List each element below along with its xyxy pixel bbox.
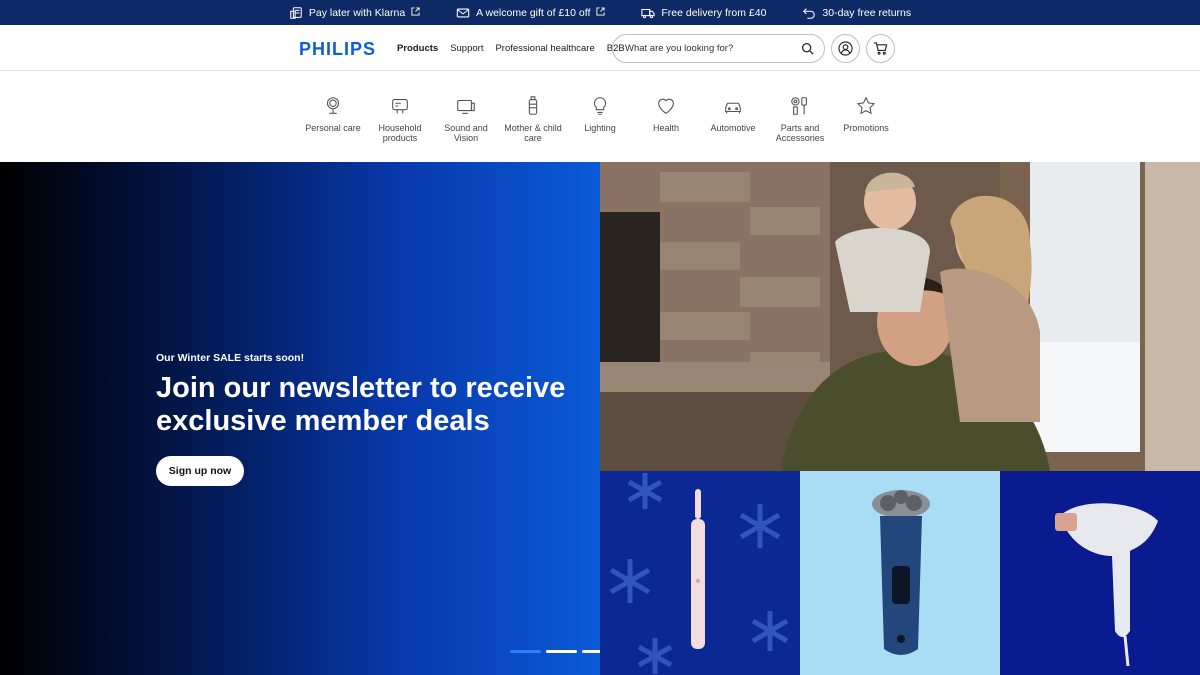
cart-icon (873, 42, 888, 55)
main-nav: Products Support Professional healthcare… (397, 43, 625, 54)
truck-icon (641, 8, 656, 18)
promo-welcome-gift[interactable]: A welcome gift of £10 off (456, 6, 605, 20)
family-photo (600, 162, 1200, 471)
category-label: Personal care (305, 123, 361, 133)
category-household-products[interactable]: Household products (365, 95, 435, 144)
search-box (612, 34, 825, 63)
mirror-icon (326, 97, 340, 114)
category-automotive[interactable]: Automotive (698, 95, 768, 133)
heart-icon (658, 98, 674, 114)
promo-klarna[interactable]: Pay later with Klarna (289, 6, 420, 20)
category-label: Health (652, 123, 679, 133)
category-strip: Personal care Household products Sound a… (0, 71, 1200, 162)
bulb-icon (593, 97, 607, 115)
parts-icon (791, 97, 807, 115)
shaver-image (872, 490, 930, 655)
return-arrow-icon (803, 7, 816, 19)
hero-banner: Our Winter SALE starts soon! Join our ne… (0, 162, 685, 675)
appliance-icon (392, 99, 408, 114)
category-label: Lighting (584, 123, 616, 133)
promo-bar: Pay later with Klarna A welcome gift of … (0, 0, 1200, 25)
envelope-icon (456, 8, 470, 17)
carousel-dot-2[interactable] (546, 650, 577, 653)
category-personal-care[interactable]: Personal care (298, 95, 368, 133)
user-icon (838, 41, 853, 56)
baby-bottle-icon (528, 96, 538, 115)
nav-professional-healthcare[interactable]: Professional healthcare (495, 43, 594, 54)
nav-support[interactable]: Support (450, 43, 483, 54)
promo-welcome-label: A welcome gift of £10 off (476, 6, 591, 19)
category-health[interactable]: Health (631, 95, 701, 133)
promo-returns[interactable]: 30-day free returns (802, 6, 911, 20)
category-label: Mother & child care (504, 123, 562, 144)
account-button[interactable] (831, 34, 860, 63)
category-promotions[interactable]: Promotions (831, 95, 901, 133)
ipl-device-image (1055, 503, 1158, 667)
sign-up-button[interactable]: Sign up now (156, 456, 244, 486)
promo-delivery-label: Free delivery from £40 (661, 6, 767, 19)
ipl-device-tile[interactable] (1000, 471, 1200, 675)
promo-klarna-label: Pay later with Klarna (308, 6, 406, 19)
external-link-icon (596, 6, 605, 19)
category-label: Automotive (710, 123, 756, 133)
hero-headline: Join our newsletter to receive exclusive… (156, 372, 566, 437)
star-icon (856, 96, 876, 115)
category-label: Sound and Vision (444, 123, 488, 144)
category-label: Household products (378, 123, 422, 144)
search-input[interactable] (625, 43, 801, 54)
toothbrush-image (609, 473, 789, 674)
promo-free-delivery[interactable]: Free delivery from £40 (641, 6, 766, 20)
receipt-icon (290, 6, 302, 19)
promo-returns-label: 30-day free returns (822, 6, 912, 19)
external-link-icon (411, 6, 420, 19)
category-lighting[interactable]: Lighting (565, 95, 635, 133)
tv-icon (457, 99, 475, 114)
carousel-dot-1[interactable] (510, 650, 541, 653)
category-sound-and-vision[interactable]: Sound and Vision (431, 95, 501, 144)
shaver-tile[interactable] (800, 471, 1000, 675)
car-icon (725, 102, 741, 114)
site-header: PHILIPS Products Support Professional he… (0, 25, 1200, 71)
cart-button[interactable] (866, 34, 895, 63)
search-icon[interactable] (801, 42, 814, 55)
category-parts-accessories[interactable]: Parts and Accessories (765, 95, 835, 144)
toothbrush-tile[interactable] (600, 471, 800, 675)
category-mother-child-care[interactable]: Mother & child care (498, 95, 568, 144)
nav-products[interactable]: Products (397, 43, 438, 54)
category-label: Parts and Accessories (775, 123, 825, 144)
category-label: Promotions (843, 123, 889, 133)
philips-logo[interactable]: PHILIPS (299, 39, 376, 60)
hero-kicker: Our Winter SALE starts soon! (156, 352, 305, 364)
